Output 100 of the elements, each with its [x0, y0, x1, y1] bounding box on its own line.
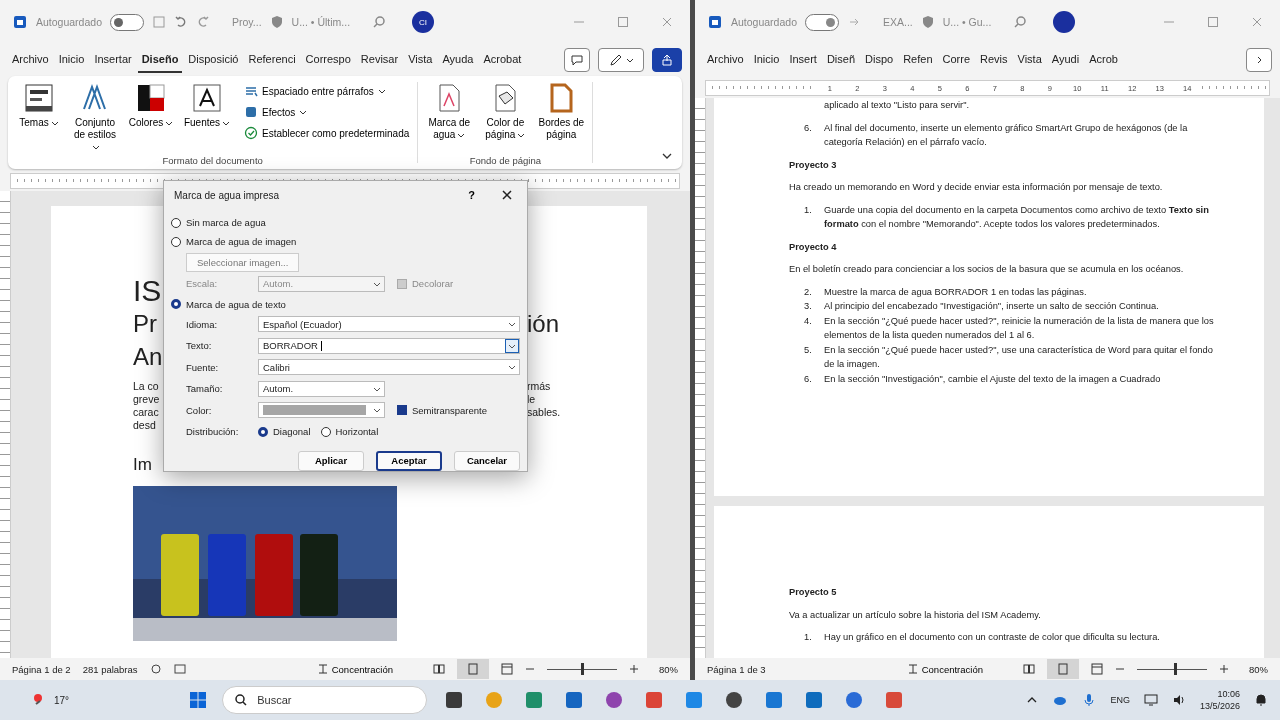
zoom-thumb[interactable]	[581, 663, 584, 675]
search-icon[interactable]	[1013, 15, 1028, 29]
radio-option[interactable]: Marca de agua de texto	[171, 294, 286, 314]
print-layout-button[interactable]	[1047, 659, 1079, 679]
comments-button[interactable]	[564, 48, 590, 72]
ribbon-tab[interactable]: Disposició	[184, 47, 243, 73]
ribbon-tab[interactable]: Diseñ	[822, 47, 859, 73]
user-avatar[interactable]: CI	[412, 11, 435, 33]
notification-icon[interactable]	[1254, 693, 1268, 707]
word-count[interactable]: 281 palabras	[82, 663, 138, 675]
word-icon[interactable]	[707, 14, 723, 30]
maximize-icon[interactable]	[1206, 15, 1220, 29]
maximize-icon[interactable]	[616, 15, 630, 29]
zoom-thumb[interactable]	[1174, 663, 1178, 675]
ribbon-tab[interactable]: Revisar	[356, 47, 403, 73]
web-layout-icon[interactable]	[1091, 663, 1103, 675]
ribbon-button[interactable]: Color de página	[480, 80, 531, 155]
ribbon-tab[interactable]: Corre	[938, 47, 974, 73]
ribbon-tab[interactable]: Acrob	[1085, 47, 1122, 73]
close-icon[interactable]	[501, 189, 513, 201]
redo-icon[interactable]	[196, 15, 210, 29]
editing-button[interactable]	[598, 48, 644, 72]
start-icon[interactable]	[188, 690, 209, 710]
language-indicator[interactable]: ENG	[1110, 695, 1130, 705]
undo-icon[interactable]	[174, 15, 188, 29]
ribbon-tab[interactable]: Archivo	[703, 47, 748, 73]
dialog-button[interactable]: Cancelar	[454, 450, 520, 471]
app-icon[interactable]	[444, 690, 465, 710]
ribbon-button[interactable]: Conjunto de estilos	[70, 80, 120, 155]
radio-option[interactable]: Horizontal	[320, 422, 379, 442]
select-image-button[interactable]: Seleccionar imagen...	[186, 252, 300, 272]
ribbon-button[interactable]: Colores	[126, 80, 176, 155]
help-button[interactable]: ?	[462, 188, 481, 202]
combo-field[interactable]: Autom.	[258, 380, 385, 397]
search-field[interactable]: Buscar	[222, 686, 428, 714]
clock-date[interactable]: 13/5/2026	[1199, 700, 1240, 712]
microphone-icon[interactable]	[1082, 693, 1097, 707]
app-icon[interactable]	[564, 690, 585, 710]
read-mode-icon[interactable]	[1023, 663, 1035, 675]
ribbon-tab[interactable]: Ayudi	[1047, 47, 1084, 73]
more-tabs-button[interactable]	[1246, 48, 1272, 72]
ribbon-button[interactable]: Efectos	[242, 103, 412, 121]
dialog-button[interactable]: Aceptar	[376, 450, 442, 471]
radio-option[interactable]: Diagonal	[258, 422, 311, 442]
zoom-in-icon[interactable]	[629, 664, 639, 674]
autosave-toggle[interactable]	[805, 13, 839, 31]
combo-field[interactable]: Español (Ecuador)	[258, 316, 520, 333]
ribbon-tab[interactable]: Inicio	[749, 47, 784, 73]
speaker-icon[interactable]	[1171, 693, 1186, 707]
autosave-toggle[interactable]	[110, 13, 144, 31]
radio-option[interactable]: Sin marca de agua	[171, 213, 266, 232]
ribbon-tab[interactable]: Vista	[404, 47, 437, 73]
ribbon-tab[interactable]: Acrobat	[479, 47, 526, 73]
ribbon-button[interactable]: Marca de agua	[424, 80, 475, 155]
search-icon[interactable]	[372, 15, 387, 29]
ribbon-tab[interactable]: Diseño	[137, 47, 183, 73]
clock-time[interactable]: 10:06	[1217, 688, 1240, 700]
monitor-icon[interactable]	[1143, 693, 1158, 707]
page-count[interactable]: Página 1 de 3	[707, 663, 766, 675]
radio-option[interactable]: Marca de agua de imagen	[171, 232, 297, 251]
combo-field[interactable]: Calibri	[258, 359, 520, 376]
accessibility-icon[interactable]	[173, 663, 186, 675]
web-layout-icon[interactable]	[501, 663, 513, 675]
dialog-button[interactable]: Aplicar	[298, 450, 364, 471]
ribbon-button[interactable]: Fuentes	[182, 80, 232, 155]
zoom-in-icon[interactable]	[1219, 664, 1229, 674]
ribbon-tab[interactable]: Vista	[1013, 47, 1046, 73]
ribbon-tab[interactable]: Refen	[899, 47, 937, 73]
collapse-ribbon-icon[interactable]	[662, 151, 672, 161]
share-button[interactable]	[652, 48, 682, 72]
ribbon-tab[interactable]: Inicio	[54, 47, 89, 73]
page-count[interactable]: Página 1 de 2	[12, 663, 71, 675]
ribbon-tab[interactable]: Ayuda	[438, 47, 478, 73]
zoom-level[interactable]: 80%	[1249, 663, 1268, 675]
ribbon-tab[interactable]: Dispo	[861, 47, 898, 73]
proofing-icon[interactable]	[149, 663, 162, 675]
ribbon-tab[interactable]: Revis	[976, 47, 1012, 73]
focus-button[interactable]: Concentración	[310, 662, 399, 676]
temperature[interactable]: 17°	[54, 694, 70, 706]
ribbon-button[interactable]: Temas	[14, 80, 64, 155]
ribbon-button[interactable]: Espaciado entre párrafos	[242, 82, 412, 100]
word-icon[interactable]	[12, 14, 28, 30]
app-icon[interactable]	[604, 690, 625, 710]
combo-field[interactable]: BORRADOR	[258, 337, 520, 354]
user-avatar[interactable]	[1053, 11, 1076, 33]
semitransparent-checkbox[interactable]: Semitransparente	[397, 404, 487, 416]
focus-button[interactable]: Concentración	[900, 662, 989, 676]
app-icon[interactable]	[804, 690, 825, 710]
ribbon-tab[interactable]: Archivo	[8, 47, 53, 73]
ribbon-button[interactable]: Establecer como predeterminada	[242, 124, 412, 142]
read-mode-icon[interactable]	[433, 663, 445, 675]
ribbon-tab[interactable]: Insert	[785, 47, 821, 73]
print-layout-button[interactable]	[457, 659, 489, 679]
app-icon[interactable]	[844, 690, 865, 710]
color-dropdown[interactable]	[258, 402, 385, 419]
zoom-level[interactable]: 80%	[659, 663, 678, 675]
ribbon-tab[interactable]: Referenci	[244, 47, 300, 73]
app-icon[interactable]	[724, 690, 745, 710]
ribbon-button[interactable]: Bordes de página	[536, 80, 587, 155]
ribbon-tab[interactable]: Correspo	[301, 47, 355, 73]
